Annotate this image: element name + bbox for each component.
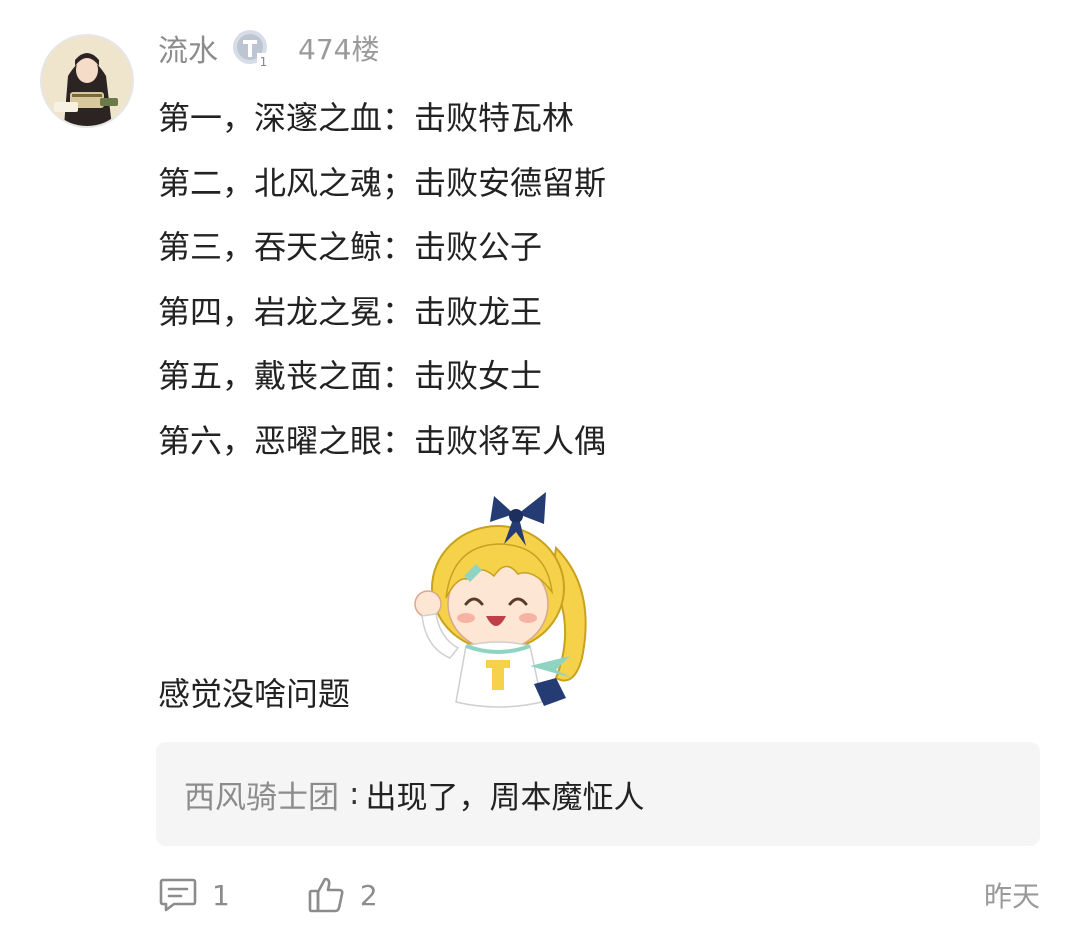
post-line: 第三，吞天之鲸：击败公子 — [158, 228, 543, 267]
like-button[interactable]: 2 — [306, 875, 378, 915]
post-line: 第二，北风之魂；击败安德留斯 — [158, 163, 607, 202]
post-line: 第四，岩龙之冕：击败龙王 — [158, 292, 543, 331]
timestamp: 昨天 — [983, 880, 1040, 913]
post-footer: 1 2 昨天 — [158, 870, 1040, 920]
avatar[interactable] — [40, 34, 134, 128]
comment-count: 1 — [212, 878, 230, 912]
post-line: 第六，恶曜之眼：击败将军人偶 — [158, 421, 607, 460]
reply-author[interactable]: 西风骑士团 — [184, 772, 339, 817]
comment-button[interactable]: 1 — [158, 876, 230, 914]
like-count: 2 — [359, 878, 378, 912]
post-body: 第一，深邃之血：击败特瓦林 第二，北风之魂；击败安德留斯 第三，吞天之鲸：击败公… — [158, 86, 1038, 474]
level-badge-icon: 1 — [233, 30, 270, 69]
anime-girl-sticker[interactable] — [406, 488, 598, 716]
post-line: 第一，深邃之血：击败特瓦林 — [158, 99, 575, 137]
post-closing-text: 感觉没啥问题 — [158, 675, 351, 713]
floor-number: 474楼 — [298, 33, 380, 66]
reply-separator: : — [349, 776, 360, 812]
post-line: 第五，戴丧之面：击败女士 — [158, 357, 543, 396]
reply-preview[interactable]: 西风骑士团 : 出现了，周本魔怔人 — [156, 742, 1040, 846]
svg-text:1: 1 — [260, 55, 268, 69]
thumbs-up-icon — [308, 877, 344, 913]
avatar-girl-icon — [42, 36, 132, 126]
comment-icon — [159, 878, 197, 912]
reply-text: 出现了，周本魔怔人 — [365, 779, 645, 816]
post-header: 流水 1 474楼 — [158, 26, 379, 70]
username[interactable]: 流水 — [158, 26, 218, 70]
